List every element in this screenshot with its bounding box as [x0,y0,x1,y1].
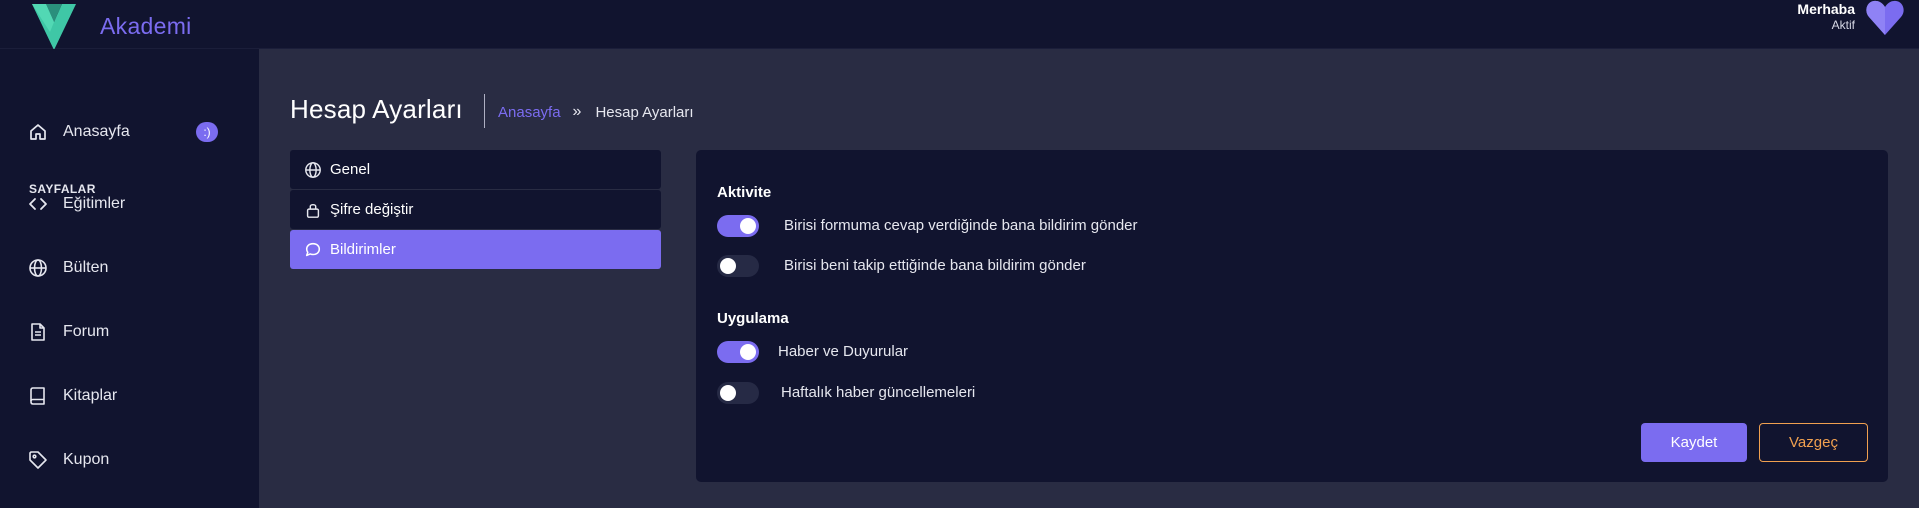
settings-tab-sifre[interactable]: Şifre değiştir [290,190,661,229]
sidebar-item-kupon[interactable]: Kupon [28,448,109,472]
notifications-panel: Aktivite Birisi formuma cevap verdiğinde… [696,150,1888,482]
document-icon [28,322,48,342]
settings-menu: Genel Şifre değiştir Bildirimler [290,150,661,270]
sidebar: Anasayfa :) SAYFALAR Eğitimler Bülten Fo… [0,49,259,508]
sidebar-item-home[interactable]: Anasayfa [28,120,130,144]
option-label-form-reply: Birisi formuma cevap verdiğinde bana bil… [784,217,1138,234]
sidebar-item-egitimler[interactable]: Eğitimler [28,192,125,216]
sidebar-item-label: Forum [63,323,110,340]
settings-tab-label: Genel [330,161,371,178]
v-logo-icon[interactable] [30,4,78,50]
toggle-news[interactable] [717,341,759,363]
book-icon [28,386,48,406]
globe-icon [304,161,322,179]
option-label-weekly: Haftalık haber güncellemeleri [781,384,976,401]
user-info[interactable]: Merhaba Aktif [1797,1,1855,34]
user-status: Aktif [1831,18,1855,32]
toggle-knob [740,344,756,360]
breadcrumb-separator: » [572,103,582,120]
option-label-follow: Birisi beni takip ettiğinde bana bildiri… [784,257,1086,274]
save-button[interactable]: Kaydet [1641,423,1747,462]
heart-avatar-icon[interactable] [1865,0,1905,36]
globe-icon [28,258,48,278]
breadcrumb: Anasayfa » Hesap Ayarları [498,103,694,121]
toggle-knob [720,258,736,274]
sidebar-item-kitaplar[interactable]: Kitaplar [28,384,117,408]
sidebar-item-label: Kupon [63,451,110,468]
code-icon [28,194,48,214]
sidebar-item-label: Eğitimler [63,195,126,212]
settings-tab-label: Bildirimler [330,241,396,258]
top-bar: Akademi Merhaba Aktif [0,0,1919,50]
sidebar-item-bulten[interactable]: Bülten [28,256,108,280]
option-label-news: Haber ve Duyurular [778,343,909,360]
sidebar-item-label: Kitaplar [63,387,118,404]
home-badge: :) [196,122,218,142]
breadcrumb-home-link[interactable]: Anasayfa [498,104,561,121]
sidebar-item-forum[interactable]: Forum [28,320,109,344]
toggle-weekly[interactable] [717,382,759,404]
cancel-button[interactable]: Vazgeç [1759,423,1868,462]
group-title-aktivite: Aktivite [717,184,772,201]
tag-icon [28,450,48,470]
settings-tab-genel[interactable]: Genel [290,150,661,189]
user-greeting: Merhaba [1797,1,1855,17]
settings-tab-label: Şifre değiştir [330,201,414,218]
settings-tab-bildirimler[interactable]: Bildirimler [290,230,661,269]
group-title-uygulama: Uygulama [717,310,789,327]
lock-icon [304,201,322,219]
toggle-form-reply[interactable] [717,215,759,237]
home-icon [28,122,48,142]
chat-bubble-icon [304,241,322,259]
title-divider [484,94,485,128]
sidebar-item-label: Bülten [63,259,109,276]
sidebar-item-label: Anasayfa [63,123,130,140]
breadcrumb-current: Hesap Ayarları [595,103,694,121]
toggle-knob [740,218,756,234]
toggle-follow[interactable] [717,255,759,277]
page-title: Hesap Ayarları [290,94,463,124]
toggle-knob [720,385,736,401]
brand-name[interactable]: Akademi [100,13,192,40]
